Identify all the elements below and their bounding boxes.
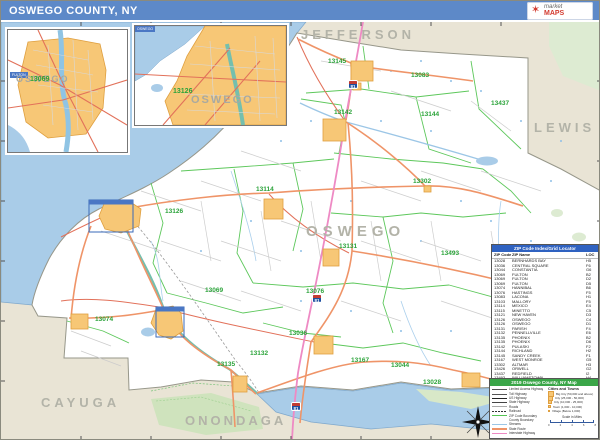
city-size-swatch <box>548 405 551 408</box>
legend-line-label: Railroad <box>509 409 521 413</box>
legend-line-items: Limited Access HighwayToll HighwayUS Hig… <box>492 387 548 435</box>
scale-ticks: 0 2 4 6 8 <box>548 423 596 427</box>
legend-line-sample <box>492 431 507 435</box>
city-size-swatch <box>548 400 552 404</box>
legend-line-label: Toll Highway <box>509 392 527 396</box>
legend-line-label: Interstate Highway <box>509 431 535 435</box>
inset-oswego-title: OSWEGO <box>135 26 155 32</box>
scale-bar-graphic <box>550 420 594 423</box>
scale-tick-label: 2 <box>560 423 562 427</box>
legend-city-item: Village (Below 1,000) <box>548 409 596 413</box>
zip-code-label: 13302 <box>413 178 431 185</box>
legend-city-rows: Big City (50,000 and above)City (25,000 … <box>548 392 596 413</box>
zip-code-label: 13144 <box>421 111 439 118</box>
inset-oswego-zip-label: 13126 <box>173 88 192 95</box>
legend-line-sample <box>492 409 507 413</box>
scale-tick-label: 6 <box>583 423 585 427</box>
zip-code-label: 13044 <box>391 362 409 369</box>
legend-line-label: Limited Access Highway <box>509 387 543 391</box>
scale-tick-label: 8 <box>594 423 596 427</box>
legend-line-label: County Boundary <box>509 418 534 422</box>
zip-code-label: 13036 <box>289 330 307 337</box>
inset-map-fulton: FULTON OSWEGO 13069 <box>7 29 128 153</box>
zip-code-index-panel: ZIP Code Index/Grid Locator ZIP CodeZIP … <box>491 244 599 379</box>
zip-code-label: 13437 <box>491 100 509 107</box>
county-name-label: JEFFERSON <box>301 27 415 42</box>
legend-line-sample <box>492 418 507 422</box>
zip-index-title: ZIP Code Index/Grid Locator <box>492 245 598 252</box>
legend-title: 2019 Oswego County, NY Map <box>490 379 598 386</box>
interstate-81-shield-icon: 81 <box>312 294 322 303</box>
zip-code-label: 13074 <box>95 316 113 323</box>
legend-line-sample <box>492 400 507 404</box>
legend-line-label: State Route <box>509 427 526 431</box>
county-name-label: OSWEGO <box>306 223 405 240</box>
scale-bar: Scale in Miles 0 2 4 6 8 <box>548 415 596 427</box>
legend-line-label: Roads <box>509 405 518 409</box>
legend-line-sample <box>492 422 507 426</box>
inset-map-oswego: OSWEGO 13126 OSWEGO <box>134 25 287 126</box>
inset-oswego-canvas <box>135 26 286 125</box>
legend-line-sample <box>492 427 507 431</box>
legend-line-sample <box>492 396 507 400</box>
legend-line-sample <box>492 392 507 396</box>
legend-line-sample <box>492 405 507 409</box>
zip-code-label: 13131 <box>339 243 357 250</box>
legend-subtitle: Cities and Towns <box>548 387 596 391</box>
map-legend-panel: 2019 Oswego County, NY Map Limited Acces… <box>489 378 599 439</box>
legend-line-sample <box>492 387 507 391</box>
interstate-81-shield-icon: 81 <box>348 80 358 89</box>
zip-code-label: 13028 <box>423 379 441 386</box>
zip-code-label: 13069 <box>205 287 223 294</box>
page-title: OSWEGO COUNTY, NY <box>9 5 138 17</box>
zip-code-label: 13114 <box>256 186 274 193</box>
zip-index-rows: 13028BERNHARDS BAYH513036CENTRAL SQUAREF… <box>492 259 598 381</box>
legend-line-item: Interstate Highway <box>492 431 548 435</box>
zip-code-label: 13126 <box>165 208 183 215</box>
scale-label: Scale in Miles <box>548 415 596 419</box>
zip-code-label: 13083 <box>411 72 429 79</box>
legend-cities: Cities and Towns Big City (50,000 and ab… <box>548 387 596 435</box>
inset-oswego-county-label: OSWEGO <box>191 94 254 106</box>
legend-line-label: ZIP Code Boundary <box>509 414 537 418</box>
inset-fulton-zip-label: 13069 <box>30 76 49 83</box>
publisher-logo: ✶ market MAPS <box>527 2 593 20</box>
legend-line-label: Streams <box>509 422 521 426</box>
city-size-swatch <box>548 410 550 412</box>
legend-line-sample <box>492 414 507 418</box>
scale-tick-label: 4 <box>571 423 573 427</box>
legend-line-label: State Highway <box>509 400 530 404</box>
title-bar: OSWEGO COUNTY, NY ✶ market MAPS <box>1 1 600 22</box>
inset-fulton-canvas <box>8 30 127 152</box>
zip-code-label: 13167 <box>351 357 369 364</box>
county-name-label: LEWIS <box>534 120 595 135</box>
zip-code-label: 13142 <box>334 109 352 116</box>
scale-tick-label: 0 <box>548 423 550 427</box>
county-name-label: CAYUGA <box>41 395 120 410</box>
legend-city-label: Village (Below 1,000) <box>552 409 580 413</box>
logo-text-line2: MAPS <box>544 10 564 17</box>
zip-code-label: 13145 <box>328 58 346 65</box>
map-page: JEFFERSON LEWIS OSWEGO CAYUGA ONONDAGA 13145 1… <box>0 0 600 440</box>
interstate-81-shield-icon: 81 <box>291 402 301 411</box>
zip-code-label: 13135 <box>217 361 235 368</box>
zip-code-label: 13132 <box>250 350 268 357</box>
zip-code-label: 13493 <box>441 250 459 257</box>
logo-star-icon: ✶ <box>531 5 540 16</box>
county-name-label: ONONDAGA <box>185 413 286 428</box>
legend-line-label: US Highway <box>509 396 527 400</box>
